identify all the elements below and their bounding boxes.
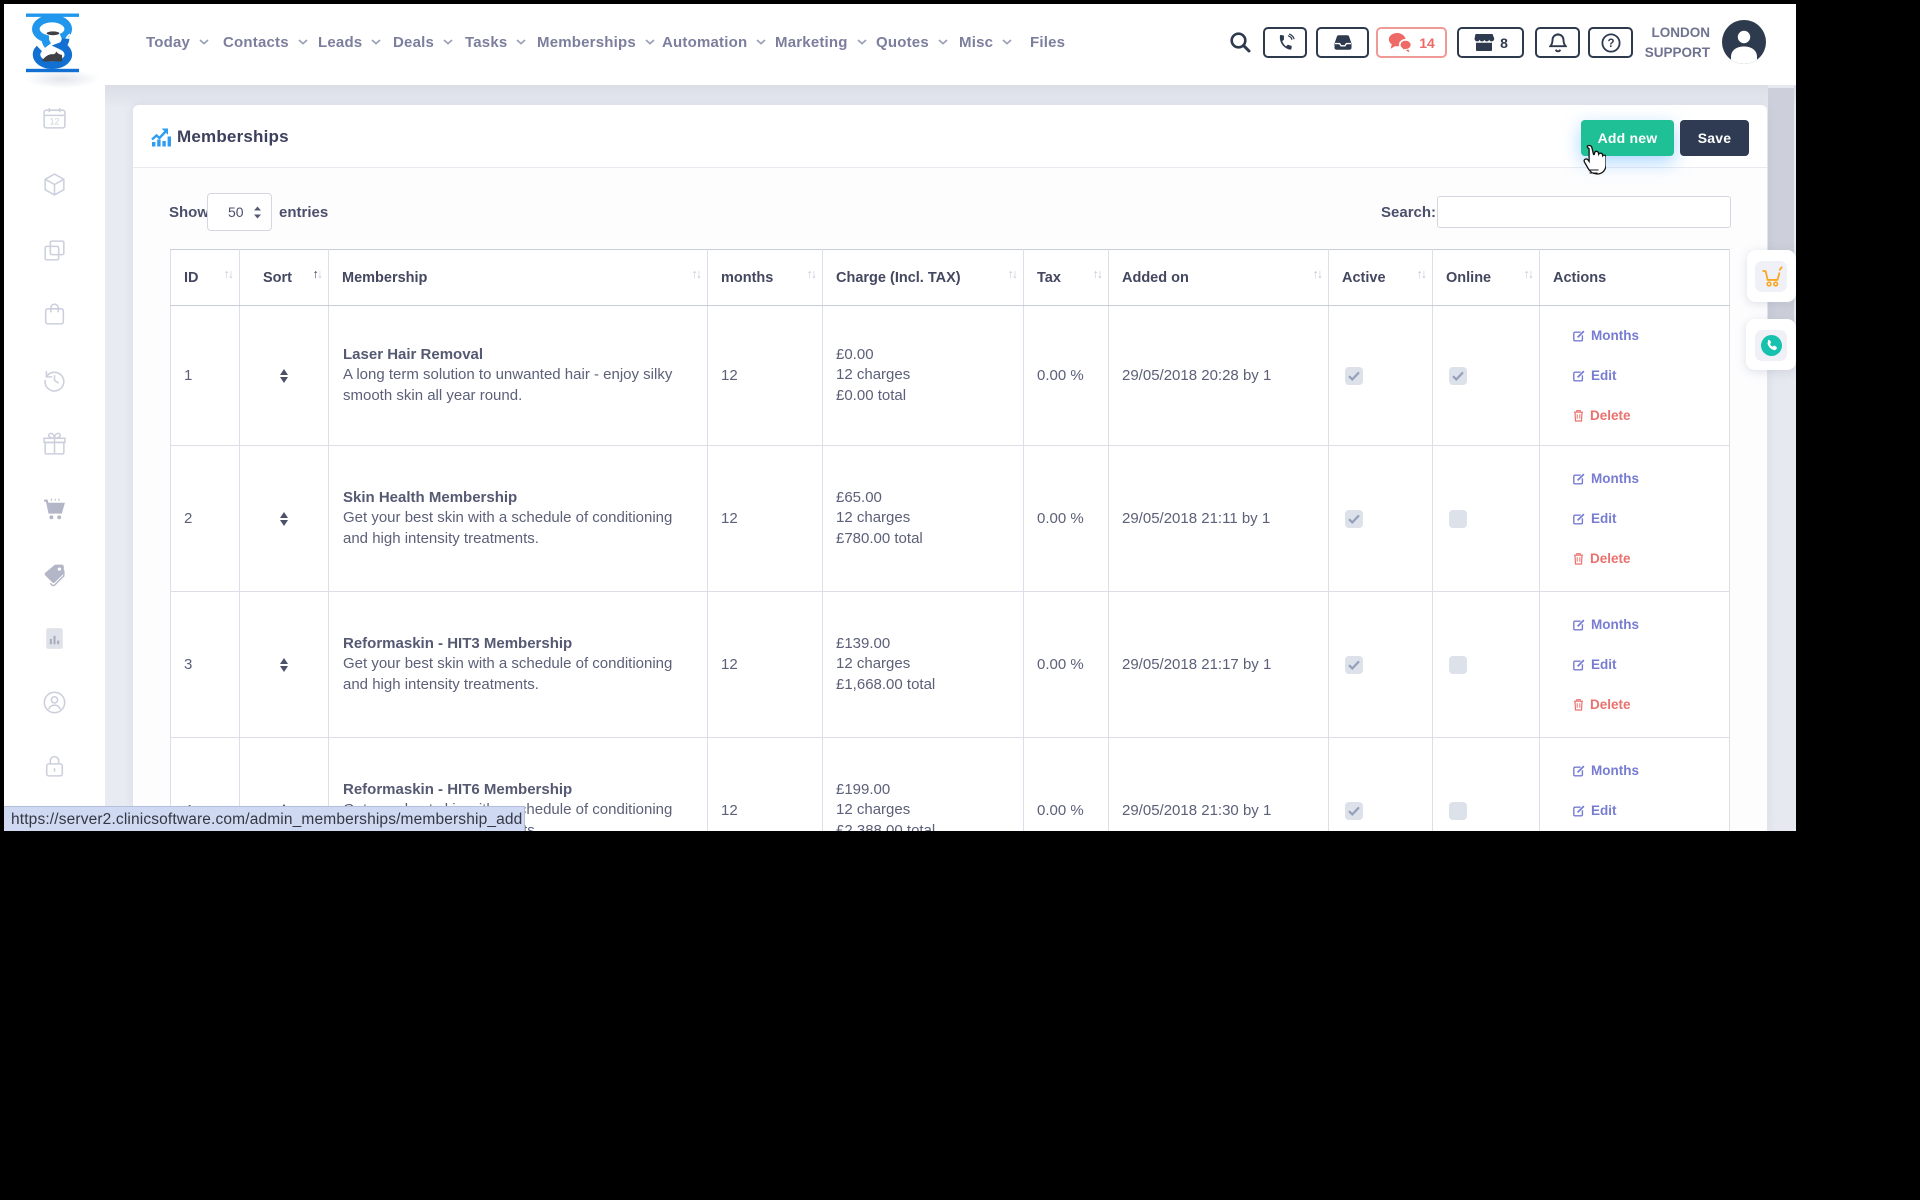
- svg-text:12: 12: [50, 117, 60, 127]
